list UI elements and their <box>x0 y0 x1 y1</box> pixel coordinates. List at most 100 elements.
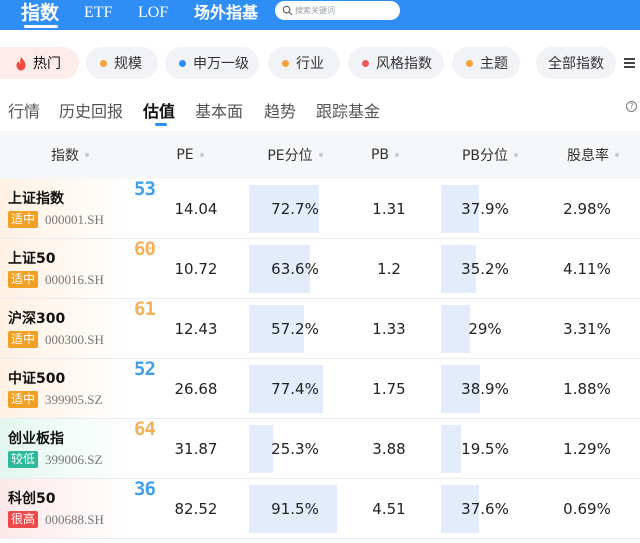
index-name-cell[interactable]: 沪深300 适中 000300.SH <box>0 299 130 358</box>
valuation-badge: 适中 <box>8 331 39 348</box>
pe-value: 14.04 <box>174 199 218 218</box>
table-row[interactable]: 中证500 适中 399905.SZ 52 26.68 77.4% 1.75 38.9% 1.8… <box>0 359 640 419</box>
column-header-pb[interactable]: PB <box>355 131 415 179</box>
valuation-badge: 适中 <box>8 391 39 408</box>
pb-value: 1.31 <box>372 199 406 218</box>
pb-percentile-value: 37.9% <box>461 199 509 218</box>
chip-label: 主题 <box>480 56 508 72</box>
tab-index[interactable]: 指数 <box>21 0 59 26</box>
chip-style-index[interactable]: 风格指数 <box>348 47 444 79</box>
chip-label: 全部指数 <box>548 56 604 72</box>
valuation-badge: 很高 <box>8 511 39 528</box>
chip-dot <box>362 59 369 67</box>
tab-lof[interactable]: LOF <box>138 0 168 26</box>
index-name-cell[interactable]: 中证500 适中 399905.SZ <box>0 359 130 418</box>
chip-label: 规模 <box>114 56 142 72</box>
index-name: 科创50 <box>8 491 56 507</box>
pe-value: 26.68 <box>174 379 218 398</box>
tab-otc-index-fund[interactable]: 场外指基 <box>194 0 258 26</box>
index-name-cell[interactable]: 创业板指较低 399006.SZ <box>0 419 130 478</box>
chip-sw-level1[interactable]: 申万一级 <box>165 47 259 79</box>
chip-hot[interactable]: 热门 <box>0 47 79 79</box>
valuation-score: 60 <box>134 238 156 260</box>
chip-label: 申万一级 <box>193 56 249 72</box>
subtab-history-return[interactable]: 历史回报 <box>59 98 123 122</box>
chip-all-indexes[interactable]: 全部指数 <box>536 47 616 79</box>
index-code: 000300.SH <box>45 332 104 347</box>
pb-value: 1.33 <box>372 319 406 338</box>
dividend-yield-value: 0.69% <box>563 499 611 518</box>
pe-value: 31.87 <box>174 439 218 458</box>
table-row[interactable]: 上证50 适中 000016.SH 60 10.72 63.6% 1.2 35.2% 4.11% <box>0 239 640 299</box>
valuation-score: 53 <box>134 178 156 200</box>
table-row[interactable]: 上证指数适中 000001.SH 53 14.04 72.7% 1.31 37.9% 2.98… <box>0 179 640 239</box>
valuation-badge: 较低 <box>8 451 39 468</box>
index-name: 创业板指 <box>8 431 64 447</box>
valuation-score: 61 <box>134 298 156 320</box>
pe-value: 12.43 <box>174 319 218 338</box>
pe-percentile-value: 77.4% <box>271 379 319 398</box>
flame-icon <box>16 56 26 70</box>
pe-value: 82.52 <box>174 499 218 518</box>
subtab-tracking-funds[interactable]: 跟踪基金 <box>316 98 380 122</box>
subtab-quotes[interactable]: 行情 <box>8 98 40 122</box>
column-header-pb-percentile[interactable]: PB分位 <box>440 131 540 179</box>
pe-percentile-value: 57.2% <box>271 319 319 338</box>
chip-label: 风格指数 <box>376 56 432 72</box>
valuation-score: 64 <box>134 418 156 440</box>
column-header-index[interactable]: 指数 <box>0 131 140 179</box>
menu-icon[interactable] <box>624 58 635 68</box>
search-box[interactable] <box>275 1 400 20</box>
index-code: 399905.SZ <box>45 392 103 407</box>
active-tab-underline <box>24 25 58 28</box>
table-row[interactable]: 沪深300 适中 000300.SH 61 12.43 57.2% 1.33 29% 3.31% <box>0 299 640 359</box>
index-name: 沪深300 <box>8 311 66 327</box>
subtab-fundamentals[interactable]: 基本面 <box>195 98 243 122</box>
chip-theme[interactable]: 主题 <box>452 47 520 79</box>
chip-label: 行业 <box>296 56 324 72</box>
index-name-cell[interactable]: 上证50 适中 000016.SH <box>0 239 130 298</box>
sub-tab-bar: 行情 历史回报 估值 基本面 趋势 跟踪基金 <box>0 92 640 128</box>
pb-value: 1.75 <box>372 379 406 398</box>
pb-percentile-value: 35.2% <box>461 259 509 278</box>
pe-percentile-value: 72.7% <box>271 199 319 218</box>
chip-dot <box>282 59 289 67</box>
active-subtab-underline <box>155 123 167 126</box>
index-code: 000016.SH <box>45 272 104 287</box>
dividend-yield-value: 2.98% <box>563 199 611 218</box>
table-row[interactable]: 科创50 很高 000688.SH 36 82.52 91.5% 4.51 37.6% 0.69… <box>0 479 640 539</box>
pb-percentile-value: 19.5% <box>461 439 509 458</box>
dividend-yield-value: 1.29% <box>563 439 611 458</box>
pb-value: 3.88 <box>372 439 406 458</box>
dividend-yield-value: 1.88% <box>563 379 611 398</box>
table-row[interactable]: 创业板指 较低 399006.SZ 64 31.87 25.3% 3.88 19.5% 1.29… <box>0 419 640 479</box>
column-header-pe-percentile[interactable]: PE分位 <box>245 131 345 179</box>
sort-icon <box>615 153 619 157</box>
index-code: 399006.SZ <box>45 452 103 467</box>
subtab-valuation[interactable]: 估值 <box>143 98 175 122</box>
sort-icon <box>395 153 400 157</box>
sort-icon <box>85 153 89 157</box>
index-name: 中证500 <box>8 371 66 387</box>
index-code: 000001.SH <box>45 212 104 227</box>
column-header-dividend-yield[interactable]: 股息率 <box>548 131 638 179</box>
help-icon[interactable]: ? <box>626 101 637 112</box>
index-name-cell[interactable]: 科创50 很高 000688.SH <box>0 479 130 538</box>
index-name-cell[interactable]: 上证指数适中 000001.SH <box>0 179 130 238</box>
subtab-trend[interactable]: 趋势 <box>264 98 296 122</box>
tab-etf[interactable]: ETF <box>84 0 112 26</box>
valuation-score: 36 <box>134 478 156 500</box>
chip-industry[interactable]: 行业 <box>268 47 340 79</box>
chip-scale[interactable]: 规模 <box>86 47 158 79</box>
column-header-pe[interactable]: PE <box>160 131 220 179</box>
search-input[interactable] <box>295 3 395 18</box>
chip-dot <box>466 59 473 67</box>
chip-dot <box>179 59 186 67</box>
search-icon <box>282 5 293 16</box>
valuation-badge: 适中 <box>8 211 39 228</box>
index-name: 上证指数 <box>8 191 64 207</box>
pb-percentile-value: 37.6% <box>461 499 509 518</box>
pb-value: 1.2 <box>377 259 401 278</box>
chip-dot <box>100 59 107 67</box>
valuation-badge: 适中 <box>8 271 39 288</box>
